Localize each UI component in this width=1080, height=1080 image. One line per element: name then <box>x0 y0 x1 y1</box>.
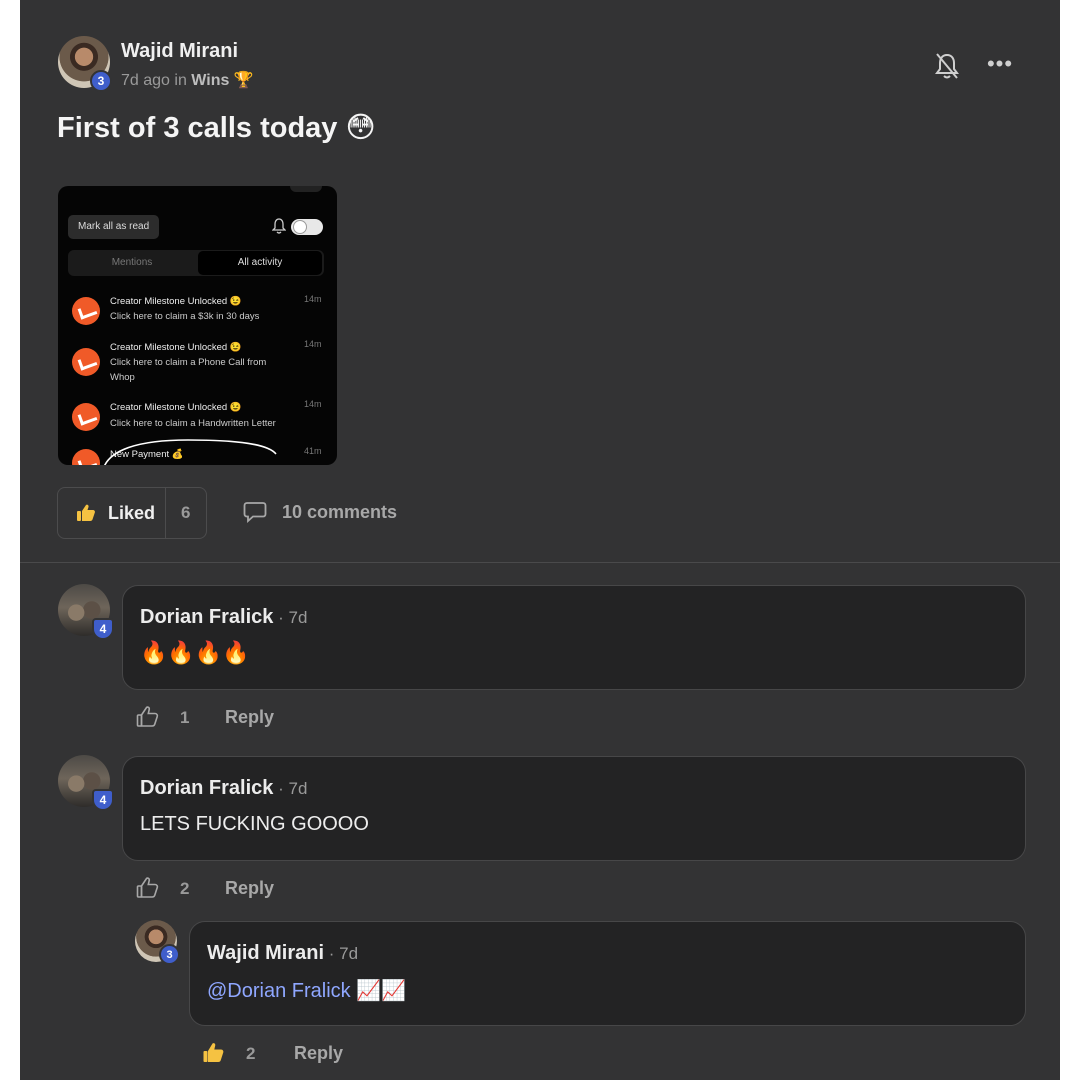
thumbs-up-filled-icon[interactable] <box>202 1041 226 1065</box>
bell-off-icon[interactable] <box>934 52 960 80</box>
commenter-avatar[interactable]: 4 <box>58 584 114 640</box>
notification-time: 41m <box>304 446 322 456</box>
notification-tabs: Mentions All activity <box>68 250 324 276</box>
reply-avatar[interactable]: 3 <box>135 920 180 965</box>
author-name[interactable]: Wajid Mirani <box>121 40 238 63</box>
tab-all-activity: All activity <box>198 251 322 275</box>
level-badge: 4 <box>92 789 114 811</box>
post-title: First of 3 calls today 😳 <box>57 110 376 145</box>
like-group: Liked 6 <box>57 487 207 539</box>
level-badge: 3 <box>159 944 180 965</box>
post-divider <box>20 562 1060 563</box>
reply-author[interactable]: Wajid Mirani · 7d <box>207 942 358 965</box>
hand-drawn-circle <box>104 439 277 465</box>
tab-mentions: Mentions <box>111 257 153 268</box>
notification-time: 14m <box>304 339 322 349</box>
like-button[interactable]: Liked <box>58 488 165 538</box>
notification-toggle <box>291 219 323 235</box>
like-count[interactable]: 6 <box>181 503 190 523</box>
post-title-text: First of 3 calls today <box>57 112 338 144</box>
comment-bubble: Dorian Fralick · 7d LETS FUCKING GOOOO <box>122 756 1026 861</box>
whop-logo-icon <box>72 348 100 376</box>
thumbs-up-icon[interactable] <box>136 705 160 729</box>
reply-like-count: 2 <box>246 1044 256 1063</box>
post-card: 3 Wajid Mirani 7d ago in Wins 🏆 ••• Firs… <box>20 0 1060 562</box>
user-mention-link[interactable]: @Dorian Fralick <box>207 980 351 1002</box>
bell-icon <box>272 218 286 234</box>
comment-icon <box>243 502 267 523</box>
chart-emoji-text: 📈📈 <box>350 980 407 1002</box>
reply-bubble: Wajid Mirani · 7d @Dorian Fralick 📈📈 <box>189 921 1026 1026</box>
notification-title: Creator Milestone Unlocked 😉 <box>110 342 242 353</box>
comment-actions: 1 Reply <box>136 705 336 731</box>
post-panel: 3 Wajid Mirani 7d ago in Wins 🏆 ••• Firs… <box>20 0 1060 1080</box>
comment-like-count: 1 <box>180 708 190 727</box>
comment-author[interactable]: Dorian Fralick · 7d <box>140 777 307 800</box>
comment-author[interactable]: Dorian Fralick · 7d <box>140 606 307 629</box>
whop-logo-icon <box>72 449 100 465</box>
post-meta: 7d ago in Wins 🏆 <box>121 70 254 90</box>
post-time: 7d ago in <box>121 72 187 89</box>
comment-author-name: Dorian Fralick <box>140 606 274 628</box>
attachment-top-edge <box>290 186 322 192</box>
comment-author-name: Dorian Fralick <box>140 777 274 799</box>
reply-author-name: Wajid Mirani <box>207 942 325 964</box>
reply-button[interactable]: Reply <box>294 1043 343 1064</box>
comment-actions: 2 Reply <box>136 876 336 902</box>
comments-label: 10 comments <box>282 502 398 522</box>
reply-time: · 7d <box>324 944 359 963</box>
comment-time: · 7d <box>273 779 308 798</box>
level-badge: 3 <box>90 70 112 92</box>
thumbs-up-filled-icon <box>77 504 95 521</box>
category-link[interactable]: Wins <box>191 72 229 89</box>
comment-time: · 7d <box>273 608 308 627</box>
whop-logo-icon <box>72 297 100 325</box>
trophy-icon: 🏆 <box>233 72 254 89</box>
like-label: Liked <box>108 503 156 523</box>
reply-actions: 2 Reply <box>202 1041 402 1067</box>
whop-logo-icon <box>72 403 100 431</box>
comments-button[interactable]: 10 comments <box>243 499 423 525</box>
notification-title: Creator Milestone Unlocked 😉 <box>110 296 242 307</box>
thumbs-up-icon[interactable] <box>136 876 160 900</box>
notification-body: Click here to claim a Handwritten Letter <box>110 418 276 429</box>
reply-button[interactable]: Reply <box>225 707 274 728</box>
reply-button[interactable]: Reply <box>225 878 274 899</box>
notification-time: 14m <box>304 294 322 304</box>
notification-title: Creator Milestone Unlocked 😉 <box>110 402 242 413</box>
level-badge: 4 <box>92 618 114 640</box>
author-avatar[interactable]: 3 <box>58 36 112 92</box>
comment-like-count: 2 <box>180 879 190 898</box>
comment-text: 🔥🔥🔥🔥 <box>140 640 250 665</box>
flushed-emoji-icon: 😳 <box>345 112 376 144</box>
more-options-button[interactable]: ••• <box>986 50 1014 78</box>
post-image-attachment[interactable]: Mark all as read Mentions All activity C… <box>58 186 337 465</box>
notification-body: Click here to claim a $3k in 30 days <box>110 311 260 322</box>
comment-text: LETS FUCKING GOOOO <box>140 813 369 835</box>
mark-all-read-button: Mark all as read <box>68 215 160 239</box>
comment-bubble: Dorian Fralick · 7d 🔥🔥🔥🔥 <box>122 585 1026 690</box>
notification-body: Click here to claim a Phone Call from Wh… <box>110 357 267 383</box>
commenter-avatar[interactable]: 4 <box>58 755 114 811</box>
reply-text: @Dorian Fralick 📈📈 <box>207 978 406 1003</box>
like-divider <box>165 488 166 538</box>
notification-time: 14m <box>304 399 322 409</box>
